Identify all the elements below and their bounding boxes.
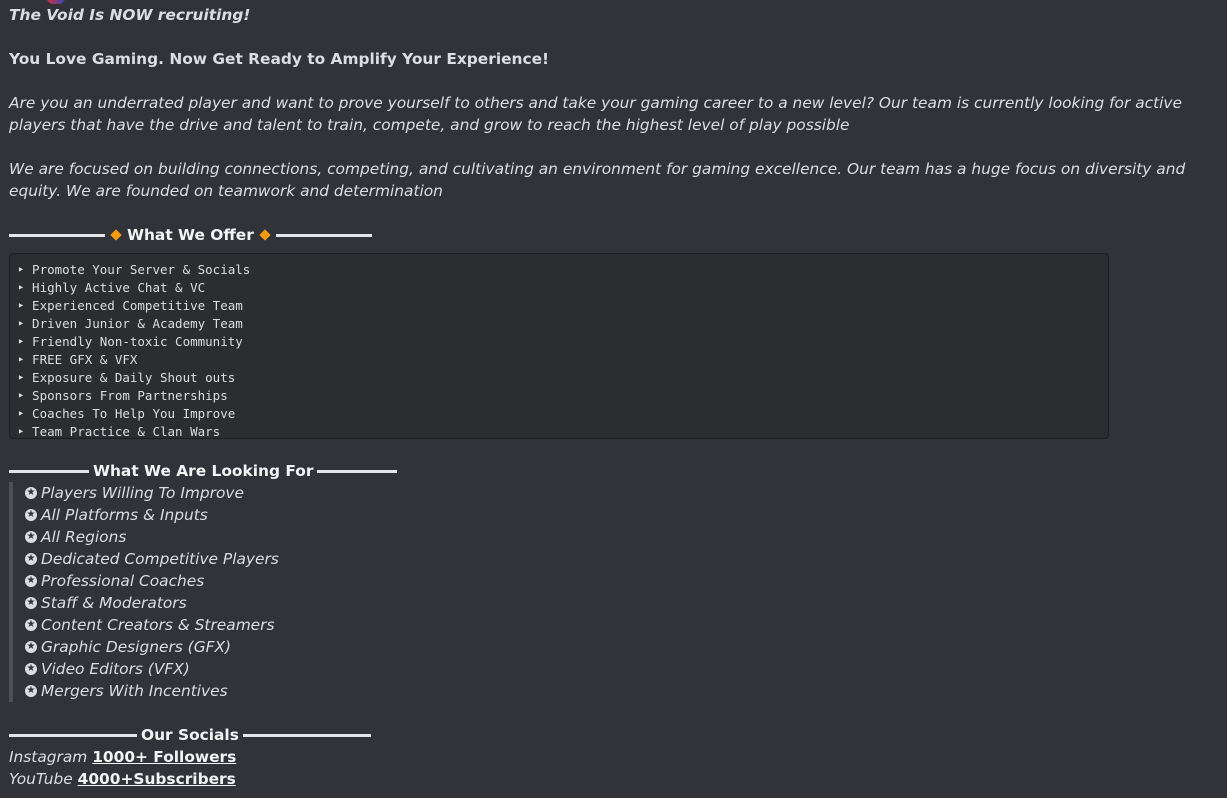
looking-item: ★ Graphic Designers (GFX) [25, 636, 1219, 658]
star-icon: ★ [25, 575, 37, 587]
looking-blockquote: ★ Players Willing To Improve ★ All Platfor… [9, 482, 1219, 702]
looking-item-label: Video Editors (VFX) [41, 660, 190, 678]
looking-item: ★ Mergers With Incentives [25, 680, 1219, 702]
looking-item-label: All Regions [41, 528, 127, 546]
youtube-link[interactable]: 4000+Subscribers [78, 770, 236, 788]
divider-line [242, 733, 371, 737]
offer-item: ‣ Coaches To Help You Improve [17, 406, 236, 421]
looking-item-label: All Platforms & Inputs [41, 506, 208, 524]
offer-item: ‣ Exposure & Daily Shout outs [17, 370, 236, 385]
offer-heading-row: What We Offer [9, 224, 1219, 246]
looking-heading: What We Are Looking For [93, 462, 314, 480]
looking-item-label: Graphic Designers (GFX) [41, 638, 232, 656]
looking-item: ★ Staff & Moderators [25, 592, 1219, 614]
looking-item-label: Mergers With Incentives [41, 682, 228, 700]
offer-item: ‣ Friendly Non-toxic Community [17, 334, 243, 349]
message-tagline: You Love Gaming. Now Get Ready to Amplif… [9, 50, 550, 68]
divider-line [275, 233, 372, 237]
message-content: The Void Is NOW recruiting! You Love Gam… [9, 4, 1219, 790]
youtube-label: YouTube [9, 770, 73, 788]
socials-heading-row: Our Socials [9, 724, 1219, 746]
looking-item: ★ Professional Coaches [25, 570, 1219, 592]
star-icon: ★ [25, 641, 37, 653]
looking-item-label: Dedicated Competitive Players [41, 550, 279, 568]
looking-item-label: Professional Coaches [41, 572, 205, 590]
looking-item: ★ Players Willing To Improve [25, 482, 1219, 504]
message-paragraph-1: Are you an underrated player and want to… [9, 94, 1182, 134]
looking-item: ★ Content Creators & Streamers [25, 614, 1219, 636]
offer-item: ‣ Sponsors From Partnerships [17, 388, 228, 403]
offer-item: ‣ Promote Your Server & Socials [17, 262, 251, 277]
star-icon: ★ [25, 553, 37, 565]
offer-item: ‣ Highly Active Chat & VC [17, 280, 206, 295]
offer-item: ‣ FREE GFX & VFX [17, 352, 138, 367]
star-icon: ★ [25, 663, 37, 675]
divider-line [9, 469, 89, 473]
star-icon: ★ [25, 685, 37, 697]
offer-item: ‣ Experienced Competitive Team [17, 298, 243, 313]
looking-item: ★ Dedicated Competitive Players [25, 548, 1219, 570]
socials-heading: Our Socials [141, 726, 239, 744]
looking-item: ★ All Platforms & Inputs [25, 504, 1219, 526]
divider-line [9, 733, 137, 737]
star-icon: ★ [25, 509, 37, 521]
message-title: The Void Is NOW recruiting! [9, 6, 251, 24]
looking-item-label: Staff & Moderators [41, 594, 187, 612]
looking-heading-row: What We Are Looking For [9, 460, 1219, 482]
offer-code-block: ‣ Promote Your Server & Socials ‣ Highly… [9, 253, 1109, 439]
divider-line [9, 233, 105, 237]
offer-item: ‣ Driven Junior & Academy Team [17, 316, 243, 331]
offer-heading: What We Offer [127, 226, 254, 244]
looking-item: ★ All Regions [25, 526, 1219, 548]
star-icon: ★ [25, 619, 37, 631]
message-paragraph-2: We are focused on building connections, … [9, 160, 1186, 200]
instagram-row: Instagram 1000+ Followers [9, 746, 1219, 768]
star-icon: ★ [25, 531, 37, 543]
youtube-row: YouTube 4000+Subscribers [9, 768, 1219, 790]
star-icon: ★ [25, 487, 37, 499]
looking-item: ★ Video Editors (VFX) [25, 658, 1219, 680]
diamond-icon [259, 229, 271, 241]
looking-item-label: Players Willing To Improve [41, 484, 244, 502]
divider-line [317, 469, 398, 473]
instagram-link[interactable]: 1000+ Followers [92, 748, 236, 766]
diamond-icon [110, 229, 122, 241]
instagram-label: Instagram [9, 748, 88, 766]
looking-item-label: Content Creators & Streamers [41, 616, 275, 634]
star-icon: ★ [25, 597, 37, 609]
